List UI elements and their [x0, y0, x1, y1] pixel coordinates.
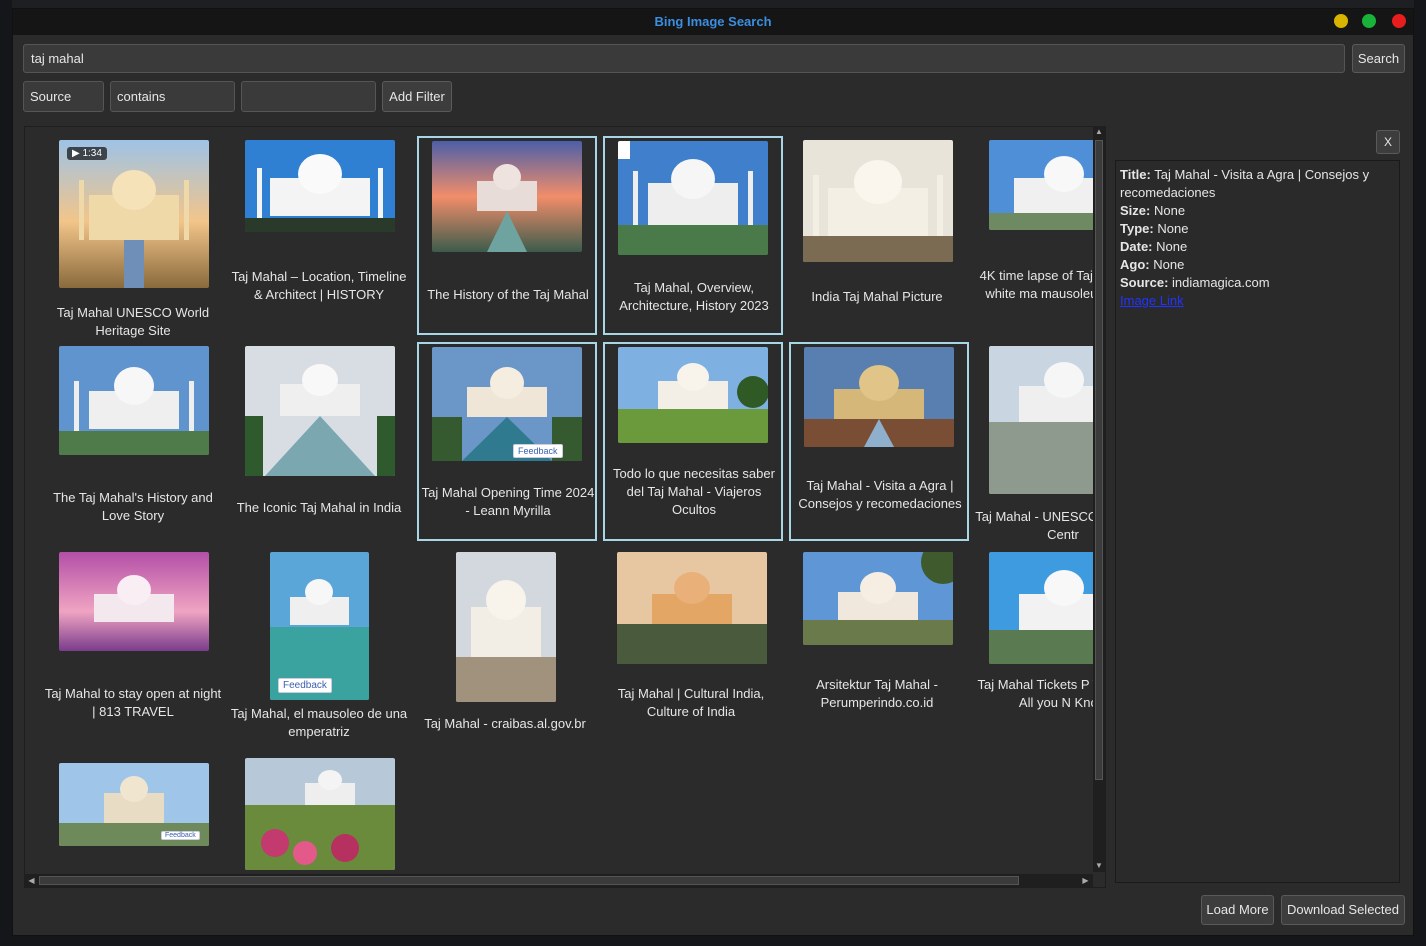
feedback-badge[interactable]: Feedback [513, 444, 563, 458]
filter-value-input[interactable] [241, 81, 376, 112]
result-card[interactable]: The Taj Mahal's History and Love Story [44, 343, 224, 543]
result-thumbnail [803, 552, 953, 645]
result-caption: Todo lo que necesitas saber del Taj Maha… [613, 466, 775, 517]
result-caption: Taj Mahal | Cultural India, Culture of I… [617, 686, 765, 719]
result-thumbnail [59, 552, 209, 651]
window-title: Bing Image Search [654, 14, 772, 29]
result-thumbnail [456, 552, 556, 702]
detail-ago: Ago: None [1120, 257, 1185, 272]
video-duration-badge: ▶ 1:34 [67, 147, 107, 160]
result-thumbnail [245, 140, 395, 232]
scroll-down-icon[interactable]: ▼ [1095, 862, 1103, 870]
result-thumbnail [989, 552, 1105, 664]
result-caption: Taj Mahal Opening Time 2024 - Leann Myri… [421, 485, 595, 518]
details-panel: Title: Taj Mahal - Visita a Agra | Conse… [1115, 160, 1400, 883]
scroll-up-icon[interactable]: ▲ [1095, 128, 1103, 136]
result-card[interactable]: Feedback Taj Mahal Opening Time 2024 - L… [417, 342, 597, 541]
minimize-button[interactable] [1334, 14, 1348, 28]
gallery-vertical-scrollbar[interactable]: ▲ ▼ [1093, 126, 1105, 872]
result-caption: The Taj Mahal's History and Love Story [53, 490, 213, 523]
result-card[interactable]: The Iconic Taj Mahal in India [230, 343, 410, 543]
feedback-badge[interactable]: Feedback [161, 831, 200, 840]
filter-field-select[interactable]: Source [23, 81, 104, 112]
search-input[interactable]: taj mahal [23, 44, 1345, 73]
scroll-left-icon[interactable]: ◀ [27, 876, 36, 885]
result-caption: Arsitektur Taj Mahal - Perumperindo.co.i… [816, 677, 938, 710]
vertical-scroll-thumb[interactable] [1095, 140, 1103, 780]
result-card[interactable] [230, 755, 410, 885]
result-thumbnail [245, 758, 395, 870]
result-card[interactable]: Taj Mahal, Overview, Architecture, Histo… [603, 136, 783, 335]
result-thumbnail [617, 552, 767, 664]
result-card[interactable]: Taj Mahal | Cultural India, Culture of I… [602, 549, 782, 749]
result-caption: The Iconic Taj Mahal in India [236, 500, 402, 515]
result-thumbnail [989, 140, 1105, 230]
result-card[interactable]: Taj Mahal to stay open at night | 813 TR… [44, 549, 224, 749]
add-filter-button[interactable]: Add Filter [382, 81, 452, 112]
terminal-gutter [0, 0, 12, 946]
result-caption: Taj Mahal, el mausoleo de una emperatriz [230, 706, 408, 739]
result-thumbnail [804, 347, 954, 447]
result-caption: Taj Mahal - craibas.al.gov.br [424, 716, 586, 731]
result-thumbnail [989, 346, 1105, 494]
result-card[interactable]: Taj Mahal - Visita a Agra | Consejos y r… [789, 342, 969, 541]
result-card[interactable]: ▶ 1:34 Taj Mahal UNESCO World Heritage S… [44, 137, 224, 338]
result-card[interactable]: Taj Mahal Tickets P Timings – All you N … [974, 549, 1106, 749]
horizontal-scroll-thumb[interactable] [39, 876, 1019, 885]
detail-size: Size: None [1120, 203, 1186, 218]
result-caption: 4K time lapse of Taj an ivory-white ma m… [979, 268, 1106, 301]
result-thumbnail [59, 346, 209, 455]
detail-type: Type: None [1120, 221, 1189, 236]
app-window: Bing Image Search taj mahal Search Sourc… [12, 8, 1414, 936]
image-link[interactable]: Image Link [1120, 292, 1395, 310]
result-thumbnail [59, 140, 209, 288]
title-bar: Bing Image Search [13, 9, 1413, 35]
result-caption: Taj Mahal – Location, Timeline & Archite… [231, 269, 407, 302]
result-thumbnail [803, 140, 953, 262]
result-caption: Taj Mahal - UNESCO Heritage Centr [975, 509, 1105, 542]
gallery-horizontal-scrollbar[interactable]: ◀ ▶ [25, 874, 1093, 887]
result-card[interactable]: Taj Mahal - craibas.al.gov.br [416, 549, 596, 749]
detail-source: Source: indiamagica.com [1120, 275, 1270, 290]
search-button[interactable]: Search [1352, 44, 1405, 73]
terminal-right-edge [1414, 0, 1426, 946]
close-window-button[interactable] [1392, 14, 1406, 28]
result-card[interactable]: Taj Mahal – Location, Timeline & Archite… [230, 137, 410, 337]
maximize-button[interactable] [1362, 14, 1376, 28]
result-caption: Taj Mahal to stay open at night | 813 TR… [44, 686, 222, 719]
result-caption: Taj Mahal UNESCO World Heritage Site [56, 305, 210, 338]
result-card[interactable]: Todo lo que necesitas saber del Taj Maha… [603, 342, 783, 541]
detail-title: Title: Taj Mahal - Visita a Agra | Conse… [1120, 167, 1370, 200]
result-caption: India Taj Mahal Picture [811, 289, 943, 304]
results-gallery: ▶ 1:34 Taj Mahal UNESCO World Heritage S… [24, 126, 1106, 888]
result-thumbnail [245, 346, 395, 476]
result-card[interactable]: Feedback [44, 755, 224, 885]
result-card[interactable]: India Taj Mahal Picture [788, 137, 968, 337]
result-card[interactable]: The History of the Taj Mahal [417, 136, 597, 335]
download-selected-button[interactable]: Download Selected [1281, 895, 1405, 925]
result-caption: Taj Mahal Tickets P Timings – All you N … [977, 677, 1106, 710]
feedback-badge[interactable]: Feedback [278, 678, 332, 693]
detail-date: Date: None [1120, 239, 1188, 254]
load-more-button[interactable]: Load More [1201, 895, 1274, 925]
scroll-right-icon[interactable]: ▶ [1081, 876, 1090, 885]
result-thumbnail [432, 141, 582, 252]
result-thumbnail [618, 347, 768, 443]
result-card[interactable]: 4K time lapse of Taj an ivory-white ma m… [974, 137, 1106, 337]
result-caption: Taj Mahal - Visita a Agra | Consejos y r… [798, 478, 962, 511]
filter-operator-select[interactable]: contains [110, 81, 235, 112]
close-details-button[interactable]: X [1376, 130, 1400, 154]
result-caption: The History of the Taj Mahal [427, 287, 589, 302]
result-card[interactable]: Arsitektur Taj Mahal - Perumperindo.co.i… [788, 549, 968, 749]
result-card[interactable]: Taj Mahal - UNESCO Heritage Centr [974, 343, 1105, 543]
result-caption: Taj Mahal, Overview, Architecture, Histo… [619, 280, 769, 313]
result-card[interactable]: Feedback Taj Mahal, el mausoleo de una e… [230, 549, 410, 749]
result-thumbnail [618, 141, 768, 255]
